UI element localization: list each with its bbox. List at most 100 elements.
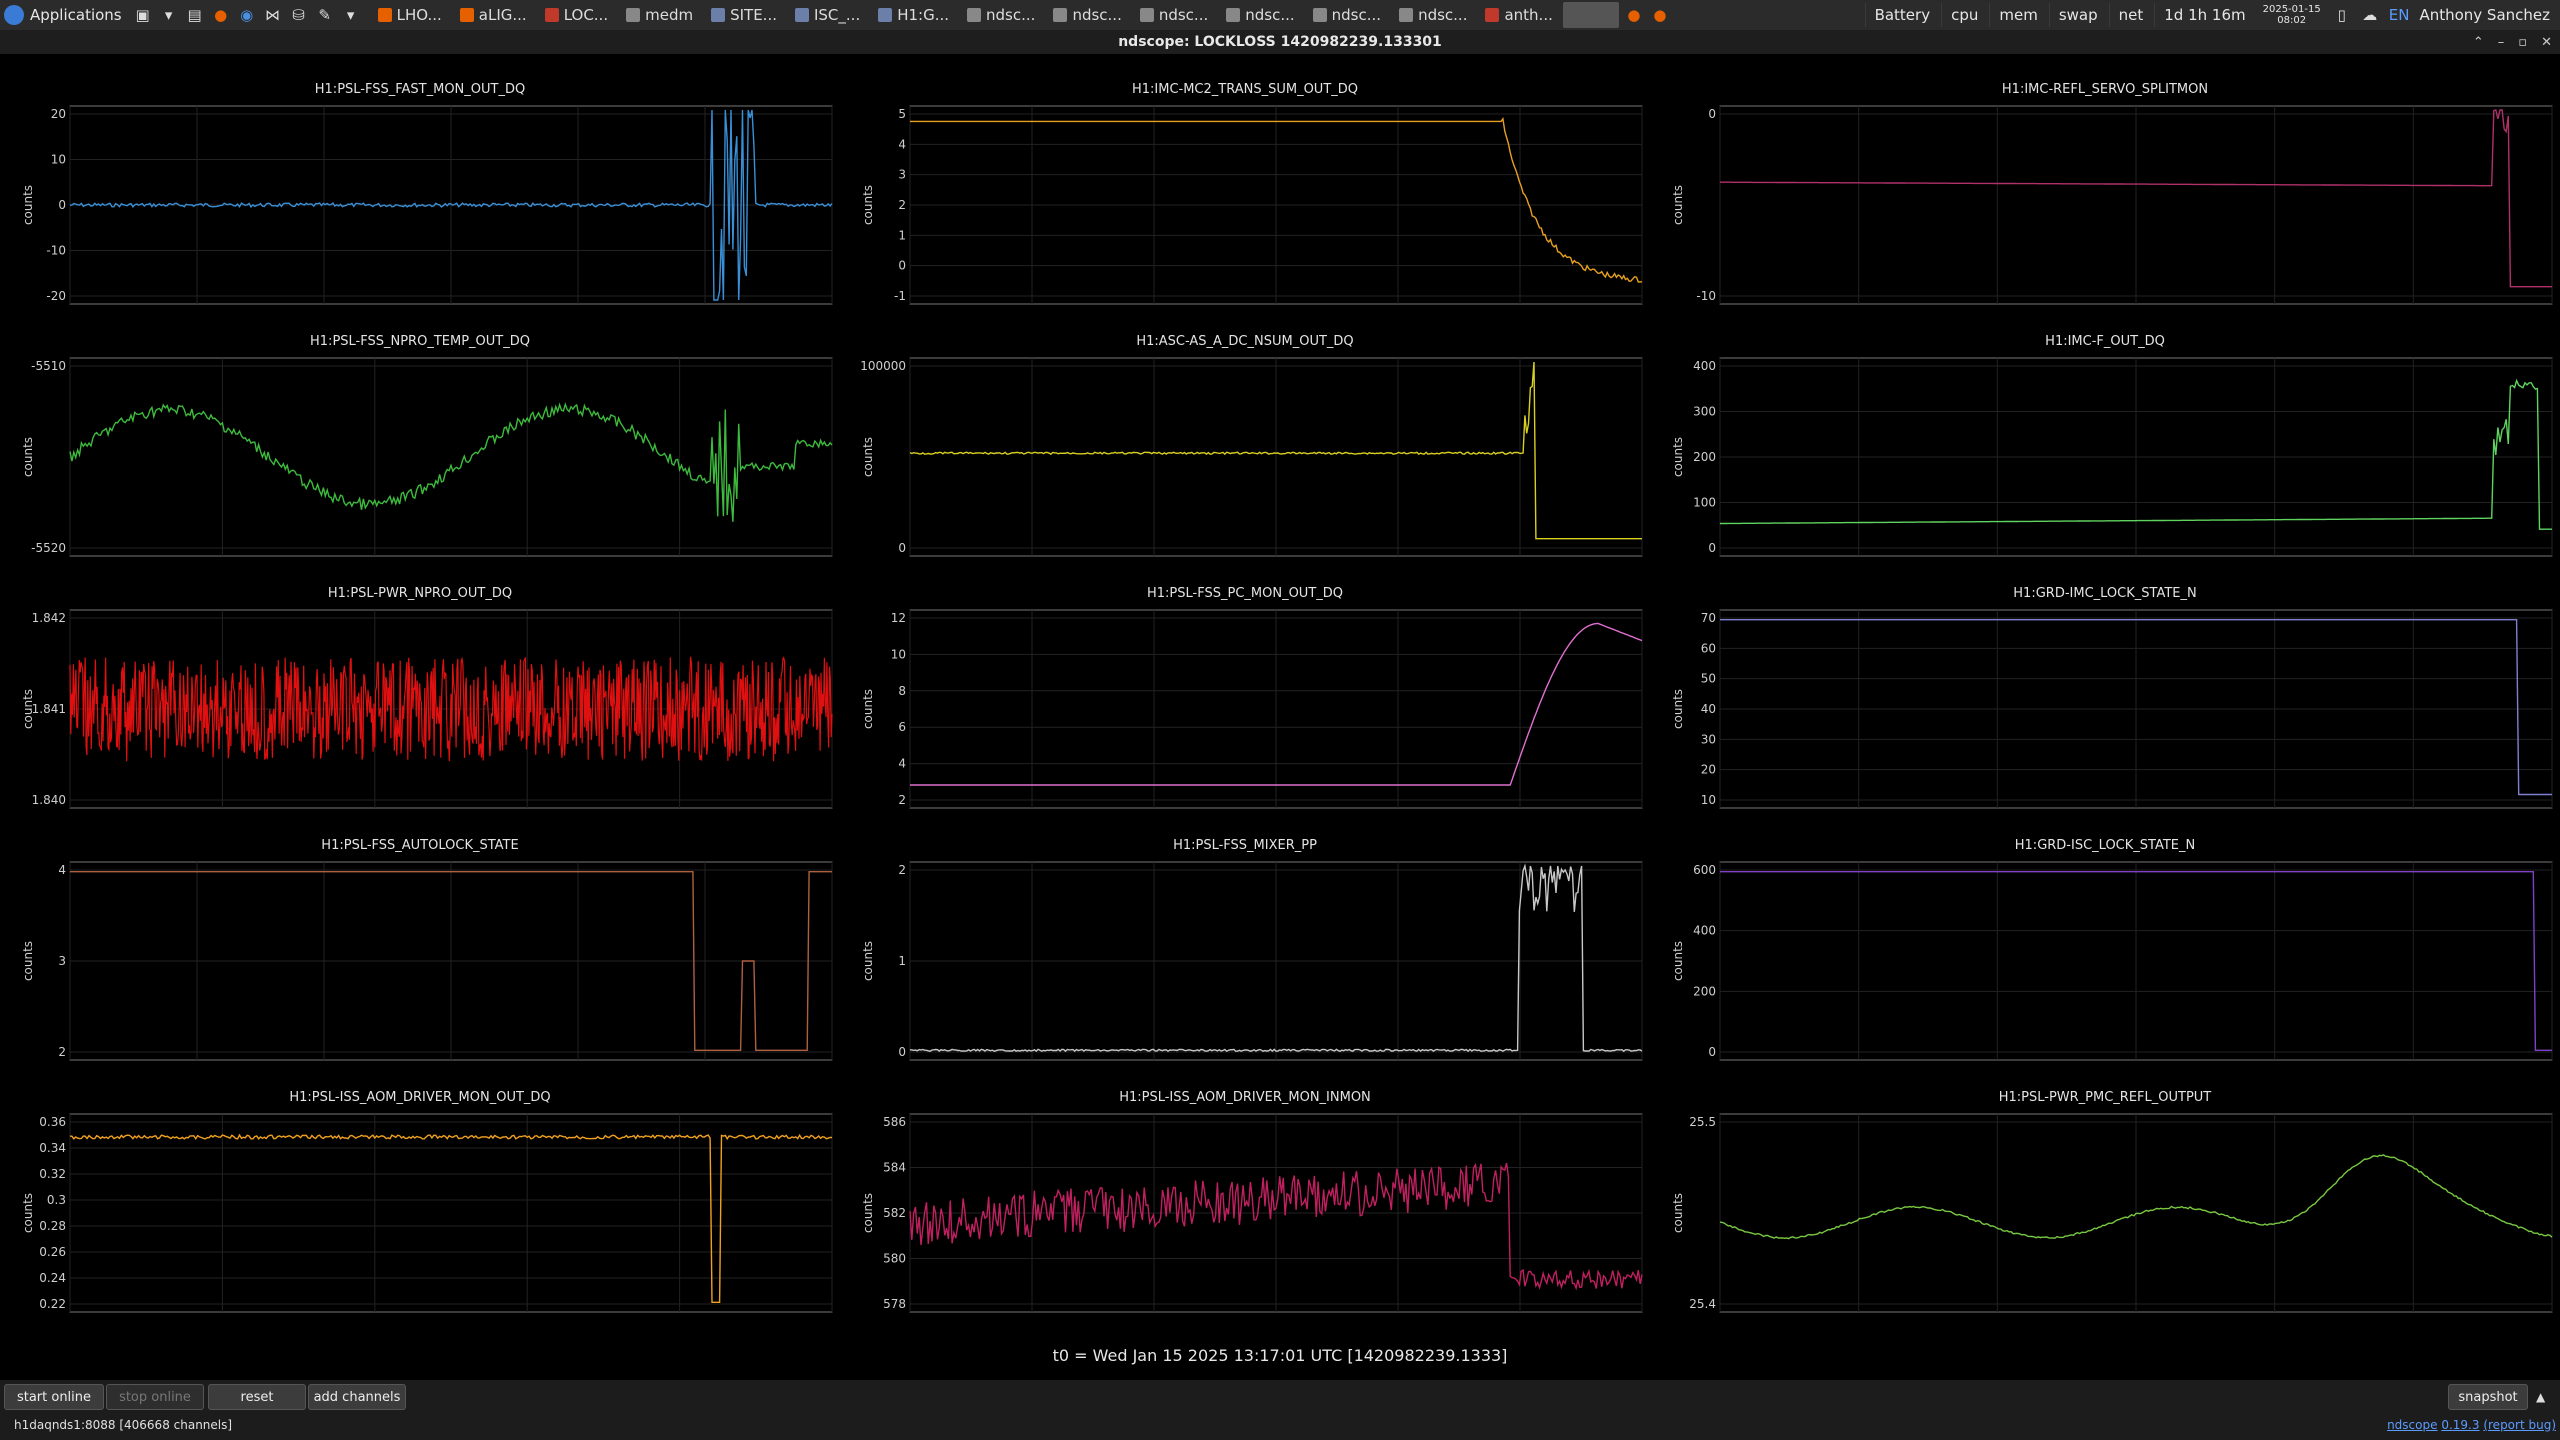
taskbar-item[interactable]: ndsc... [1391, 2, 1475, 28]
y-tick-label: 20 [51, 107, 66, 121]
network-icon[interactable]: ⛁ [289, 5, 309, 25]
plot-area[interactable]: 0s-8s-6s-4s-2s02543210-1counts [840, 56, 1650, 308]
taskbar-item-label: SITE... [730, 6, 777, 24]
plot-panel[interactable]: H1:IMC-F_OUT_DQ0s-8s-6s-4s-2s02400300200… [1650, 308, 2560, 560]
chevron-down-icon[interactable]: ▾ [159, 5, 179, 25]
plot-panel[interactable]: H1:PSL-ISS_AOM_DRIVER_MON_INMON0s-8s-6s-… [840, 1064, 1650, 1316]
taskbar-item[interactable]: ndsc... [1045, 2, 1129, 28]
tray-mem[interactable]: mem [1989, 3, 2046, 27]
y-tick-label: 400 [1693, 359, 1716, 373]
taskbar-item[interactable]: LHO... [370, 2, 450, 28]
battery-icon[interactable]: ▯ [2332, 5, 2352, 25]
firefox-icon[interactable]: ● [1650, 5, 1670, 25]
plot-area[interactable]: 0s-8s-6s-4s-2s024003002001000counts [1650, 308, 2560, 560]
chevron-down-icon[interactable]: ▾ [341, 5, 361, 25]
y-tick-label: 50 [1701, 672, 1716, 686]
y-axis-label: counts [21, 185, 35, 225]
system-taskbar: Applications ▣ ▾ ▤ ● ◉ ⋈ ⛁ ✎ ▾ LHO... aLI… [0, 0, 2560, 31]
plot-panel[interactable]: H1:GRD-IMC_LOCK_STATE_N0s-8s-6s-4s-2s027… [1650, 560, 2560, 812]
plot-panel[interactable]: H1:GRD-ISC_LOCK_STATE_N0s-8s-6s-4s-2s026… [1650, 812, 2560, 1064]
stop-online-button[interactable]: stop online [106, 1384, 204, 1410]
plot-area[interactable]: 0s-8s-6s-4s-2s0225.525.4counts [1650, 1064, 2560, 1316]
plot-area[interactable]: 0s-8s-6s-4s-2s02586584582580578counts [840, 1064, 1650, 1316]
share-icon[interactable]: ⋈ [263, 5, 283, 25]
taskbar-item[interactable]: ndsc... [1305, 2, 1389, 28]
tray-net[interactable]: net [2108, 3, 2153, 27]
plot-area[interactable]: -10s-8s-6s-4s-2s02432counts [0, 812, 840, 1064]
taskbar-item[interactable]: medm [618, 2, 701, 28]
close-icon[interactable]: ✕ [2541, 35, 2552, 50]
terminal-icon[interactable]: ▣ [133, 5, 153, 25]
weather-icon[interactable]: ☁ [2360, 5, 2380, 25]
plot-area[interactable]: -8s-6s-4s-2s021.8421.8411.840counts [0, 560, 840, 812]
y-tick-label: 5 [898, 107, 906, 121]
taskbar-item[interactable]: ndsc... [1132, 2, 1216, 28]
taskbar-item-active[interactable] [1562, 2, 1619, 28]
files-icon[interactable]: ▤ [185, 5, 205, 25]
plot-panel[interactable]: H1:PSL-FSS_PC_MON_OUT_DQ0s-8s-6s-4s-2s02… [840, 560, 1650, 812]
plot-area[interactable]: 0s-8s-6s-4s-2s0270605040302010counts [1650, 560, 2560, 812]
plot-panel[interactable]: H1:PSL-PWR_PMC_REFL_OUTPUT0s-8s-6s-4s-2s… [1650, 1064, 2560, 1316]
plot-panel[interactable]: H1:PSL-FSS_MIXER_PP0s-8s-6s-4s-2s02210co… [840, 812, 1650, 1064]
language-indicator[interactable]: EN [2385, 3, 2414, 27]
taskbar-item[interactable]: anth... [1477, 2, 1560, 28]
plot-panel[interactable]: H1:PSL-FSS_AUTOLOCK_STATE-10s-8s-6s-4s-2… [0, 812, 840, 1064]
tray-battery[interactable]: Battery [1864, 3, 1940, 27]
start-online-button[interactable]: start online [4, 1384, 104, 1410]
y-tick-label: 200 [1693, 450, 1716, 464]
firefox-icon[interactable]: ● [1624, 5, 1644, 25]
plot-panel[interactable]: H1:PSL-FSS_FAST_MON_OUT_DQ0s-8s-6s-4s-2s… [0, 56, 840, 308]
plot-area[interactable]: 0s-8s-6s-4s-2s0220100-10-20counts [0, 56, 840, 308]
plot-area[interactable]: 0s-8s-6s-4s-2s0212108642counts [840, 560, 1650, 812]
y-tick-label: -10 [1696, 289, 1716, 303]
taskbar-item-label: LHO... [396, 6, 442, 24]
plot-area[interactable]: -8s-6s-4s-2s02-5510-5520counts [0, 308, 840, 560]
snapshot-button[interactable]: snapshot [2448, 1384, 2528, 1410]
minimize-icon[interactable]: – [2498, 35, 2505, 50]
taskbar-item[interactable]: aLIG... [452, 2, 535, 28]
plot-area[interactable]: 0s-8s-6s-4s-2s02210counts [840, 812, 1650, 1064]
plot-area[interactable]: 0s-8s-6s-4s-2s026004002000counts [1650, 812, 2560, 1064]
plot-area[interactable]: -8s-6s-4s-2s020.360.340.320.30.280.260.2… [0, 1064, 840, 1316]
taskbar-item[interactable]: ndsc... [959, 2, 1043, 28]
user-name[interactable]: Anthony Sanchez [2415, 3, 2554, 27]
plot-panel[interactable]: H1:IMC-MC2_TRANS_SUM_OUT_DQ0s-8s-6s-4s-2… [840, 56, 1650, 308]
tray-cpu[interactable]: cpu [1941, 3, 1987, 27]
taskbar-item[interactable]: ndsc... [1218, 2, 1302, 28]
taskbar-item-label: anth... [1504, 6, 1553, 24]
maximize-icon[interactable]: ▫ [2518, 35, 2527, 50]
chromium-icon[interactable]: ◉ [237, 5, 257, 25]
version-link[interactable]: 0.19.3 [2441, 1418, 2479, 1432]
plot-panel[interactable]: H1:PSL-FSS_NPRO_TEMP_OUT_DQ-8s-6s-4s-2s0… [0, 308, 840, 560]
taskbar-item[interactable]: ISC_... [787, 2, 868, 28]
chevron-up-icon[interactable]: ⌃ [2473, 35, 2484, 50]
plot-panel[interactable]: H1:ASC-AS_A_DC_NSUM_OUT_DQ0s-8s-6s-4s-2s… [840, 308, 1650, 560]
plot-panel[interactable]: H1:PSL-PWR_NPRO_OUT_DQ-8s-6s-4s-2s021.84… [0, 560, 840, 812]
y-tick-label: 2 [898, 198, 906, 212]
taskbar-item-label: ndsc... [986, 6, 1036, 24]
clock-date: 2025-01-15 [2262, 4, 2321, 15]
add-channels-button[interactable]: add channels [308, 1384, 406, 1410]
clock[interactable]: 2025-01-15 08:02 [2257, 4, 2327, 26]
taskbar-item[interactable]: SITE... [703, 2, 785, 28]
plot-area[interactable]: 0s-8s-6s-4s-2s021000000counts [840, 308, 1650, 560]
reset-button[interactable]: reset [208, 1384, 306, 1410]
y-tick-label: 30 [1701, 732, 1716, 746]
taskbar-item[interactable]: LOC... [537, 2, 616, 28]
y-tick-label: 0 [898, 1045, 906, 1059]
tray-swap[interactable]: swap [2048, 3, 2107, 27]
y-tick-label: 8 [898, 684, 906, 698]
triangle-up-icon[interactable]: ▲ [2536, 1390, 2545, 1404]
y-tick-label: 100 [1693, 496, 1716, 510]
applications-menu[interactable]: Applications [0, 0, 130, 30]
editor-icon[interactable]: ✎ [315, 5, 335, 25]
plot-panel[interactable]: H1:PSL-ISS_AOM_DRIVER_MON_OUT_DQ-8s-6s-4… [0, 1064, 840, 1316]
app-icon [794, 8, 809, 22]
report-bug-link[interactable]: (report bug) [2483, 1418, 2556, 1432]
y-tick-label: 4 [898, 757, 906, 771]
app-name-link[interactable]: ndscope [2387, 1418, 2437, 1432]
firefox-icon[interactable]: ● [211, 5, 231, 25]
taskbar-item[interactable]: H1:G... [870, 2, 957, 28]
plot-panel[interactable]: H1:IMC-REFL_SERVO_SPLITMON0s-8s-6s-4s-2s… [1650, 56, 2560, 308]
plot-area[interactable]: 0s-8s-6s-4s-2s020-10counts [1650, 56, 2560, 308]
